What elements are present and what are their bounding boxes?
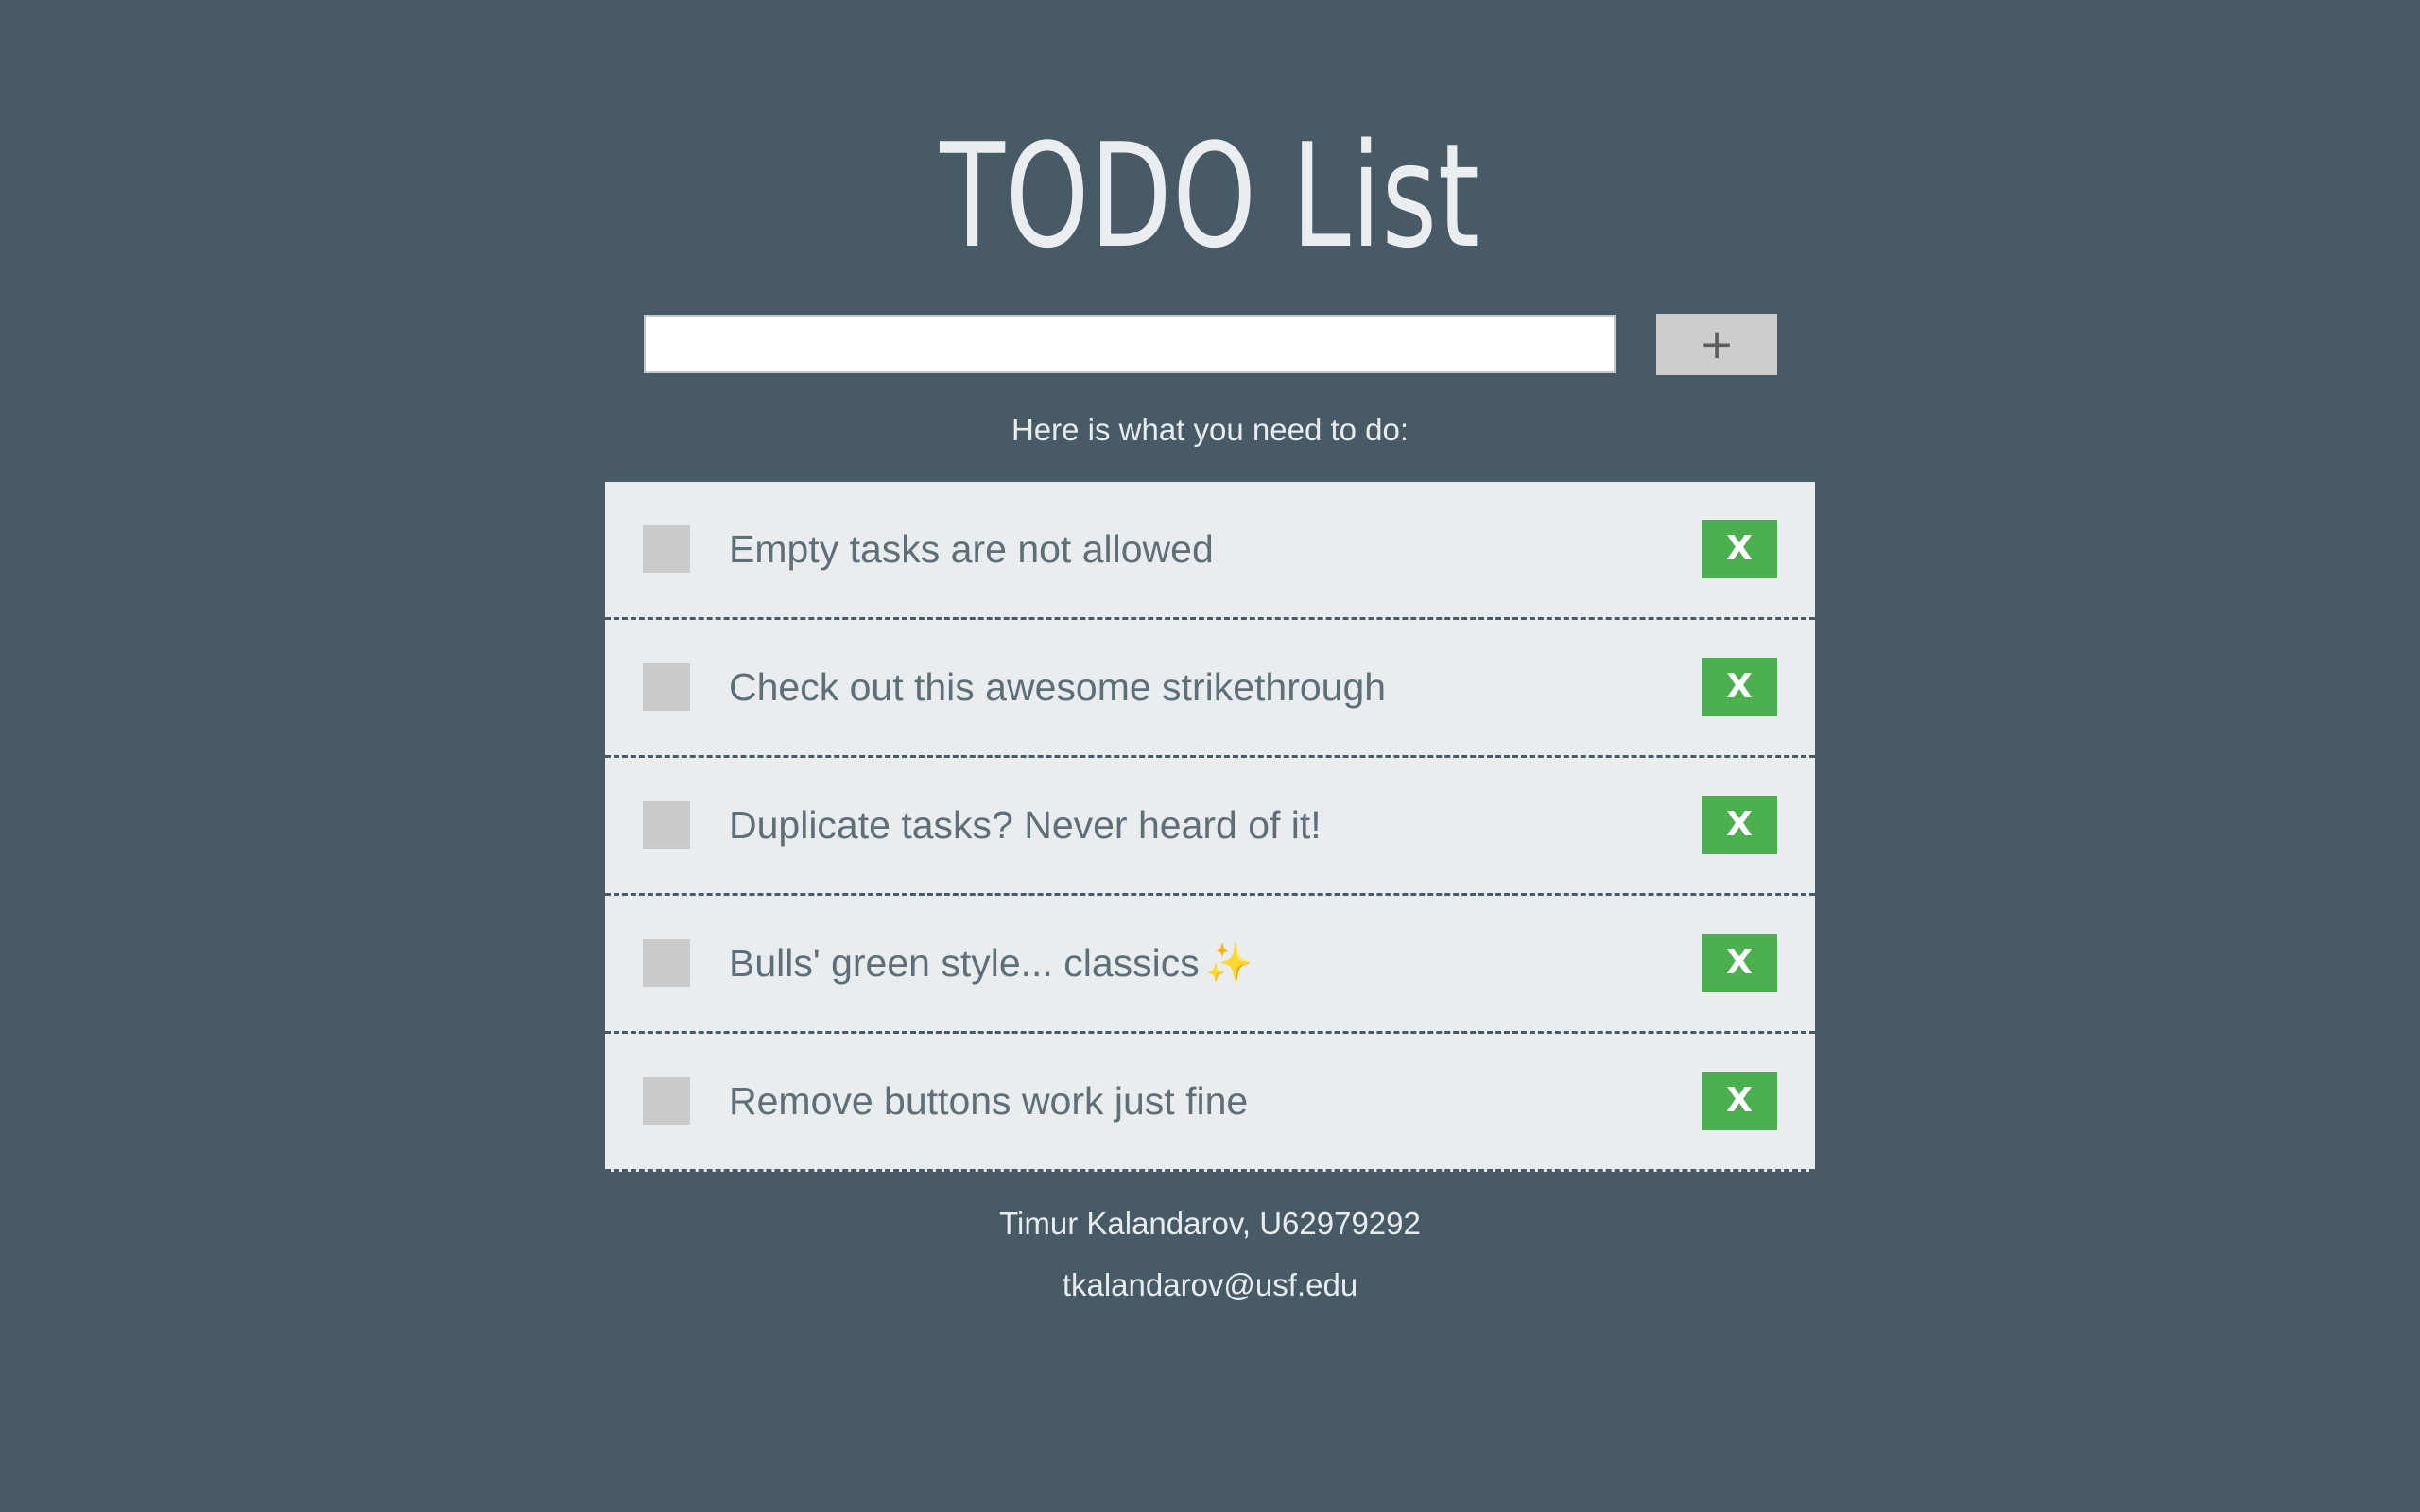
- footer-author: Timur Kalandarov, U62979292: [999, 1206, 1421, 1241]
- todo-item: Duplicate tasks? Never heard of it! X: [605, 758, 1815, 896]
- todo-page: TODO List + Here is what you need to do:…: [0, 0, 2420, 1512]
- todo-checkbox[interactable]: [643, 525, 690, 573]
- todo-text: Check out this awesome strikethrough: [729, 665, 1387, 709]
- new-task-input[interactable]: [644, 315, 1616, 373]
- todo-checkbox[interactable]: [643, 1077, 690, 1125]
- todo-text: Empty tasks are not allowed: [729, 527, 1214, 571]
- todo-item: Remove buttons work just fine X: [605, 1034, 1815, 1172]
- todo-checkbox[interactable]: [643, 939, 690, 987]
- remove-task-button[interactable]: X: [1702, 934, 1777, 992]
- remove-task-button[interactable]: X: [1702, 1072, 1777, 1130]
- remove-task-button[interactable]: X: [1702, 520, 1777, 578]
- todo-checkbox[interactable]: [643, 801, 690, 849]
- todo-item: Bulls' green style... classics ✨ X: [605, 896, 1815, 1034]
- todo-text: Remove buttons work just fine: [729, 1079, 1249, 1123]
- todo-list: Empty tasks are not allowed X Check out …: [605, 482, 1815, 1172]
- todo-text: Duplicate tasks? Never heard of it!: [729, 803, 1322, 847]
- sparkles-icon: ✨: [1204, 940, 1253, 986]
- todo-item: Empty tasks are not allowed X: [605, 482, 1815, 620]
- todo-item: Check out this awesome strikethrough X: [605, 620, 1815, 758]
- add-task-button[interactable]: +: [1656, 314, 1777, 375]
- todo-text: Bulls' green style... classics ✨: [729, 896, 1253, 1031]
- todo-text-label: Bulls' green style... classics: [729, 941, 1200, 985]
- list-subtitle: Here is what you need to do:: [1011, 412, 1409, 447]
- remove-task-button[interactable]: X: [1702, 796, 1777, 854]
- footer-email: tkalandarov@usf.edu: [1062, 1267, 1358, 1302]
- todo-checkbox[interactable]: [643, 663, 690, 711]
- remove-task-button[interactable]: X: [1702, 658, 1777, 716]
- page-title: TODO List: [940, 112, 1480, 280]
